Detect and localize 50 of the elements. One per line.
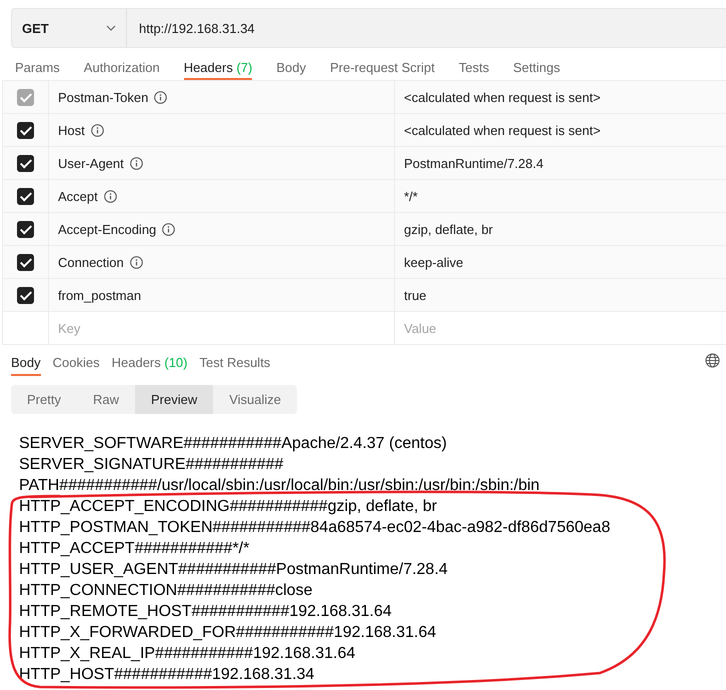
request-tab[interactable]: Body bbox=[276, 48, 306, 80]
header-value: true bbox=[404, 288, 426, 302]
response-line: HTTP_REMOTE_HOST###########192.168.31.64 bbox=[19, 602, 393, 622]
request-tab[interactable]: Authorization bbox=[84, 48, 160, 80]
response-line: SERVER_SOFTWARE###########Apache/2.4.37 (centos) bbox=[19, 434, 448, 454]
header-value: <calculated when request is sent> bbox=[404, 90, 601, 104]
view-mode-tab[interactable]: Raw bbox=[76, 385, 135, 414]
header-key: from_postman bbox=[58, 288, 142, 304]
response-line: HTTP_ACCEPT###########*/* bbox=[19, 539, 250, 559]
response-line: PATH###########/usr/local/sbin:/usr/local/bin:/usr/sbin:/usr/bin:/sbin:/bin bbox=[19, 476, 541, 496]
header-key: Accept bbox=[58, 189, 98, 204]
chevron-down-icon bbox=[106, 25, 116, 31]
header-key: Host bbox=[58, 123, 85, 138]
header-value: <calculated when request is sent> bbox=[404, 122, 601, 138]
header-value: */* bbox=[404, 188, 418, 204]
response-line: HTTP_POSTMAN_TOKEN###########84a68574-ec02-4bac-a982-df86d7560ea8 bbox=[19, 518, 612, 538]
header-key: Connection bbox=[58, 255, 124, 270]
header-value: PostmanRuntime/7.28.4 bbox=[404, 156, 544, 170]
header-key: Postman-Token bbox=[58, 90, 148, 106]
checkbox[interactable] bbox=[17, 286, 34, 304]
response-line: HTTP_USER_AGENT###########PostmanRuntime/7.28.4 bbox=[19, 560, 449, 580]
view-mode-tab[interactable]: Pretty bbox=[11, 385, 77, 414]
url-field[interactable]: http://192.168.31.34 bbox=[127, 9, 726, 47]
checkbox[interactable] bbox=[17, 188, 34, 205]
request-tab[interactable]: Pre-request Script bbox=[330, 48, 435, 80]
response-line: HTTP_ACCEPT_ENCODING###########gzip, deflate, br bbox=[19, 497, 438, 517]
response-tab[interactable]: Cookies bbox=[52, 345, 100, 376]
response-line: HTTP_HOST###########192.168.31.34 bbox=[19, 665, 316, 685]
response-tab[interactable]: Body bbox=[11, 345, 41, 376]
header-value: gzip, deflate, br bbox=[404, 222, 493, 236]
request-tab[interactable]: Settings bbox=[513, 48, 560, 80]
header-key: Accept-Encoding bbox=[58, 222, 156, 238]
request-tab[interactable]: Tests bbox=[458, 48, 490, 80]
checkbox[interactable] bbox=[17, 154, 34, 172]
response-line: HTTP_CONNECTION###########close bbox=[19, 581, 314, 601]
response-line: HTTP_X_FORWARDED_FOR###########192.168.31.64 bbox=[19, 623, 438, 643]
checkbox[interactable] bbox=[17, 220, 34, 238]
response-tab[interactable]: Test Results bbox=[200, 345, 270, 376]
response-line: SERVER_SIGNATURE########### bbox=[19, 455, 284, 475]
response-line: HTTP_X_REAL_IP###########192.168.31.64 bbox=[19, 644, 356, 664]
globe-icon[interactable] bbox=[705, 353, 720, 368]
checkbox[interactable] bbox=[17, 254, 34, 271]
header-value: keep-alive bbox=[404, 254, 464, 270]
checkbox[interactable] bbox=[17, 122, 34, 139]
view-mode-tab[interactable]: Preview bbox=[134, 385, 214, 414]
response-tab[interactable]: Headers (10) bbox=[112, 345, 188, 376]
view-mode-tab[interactable]: Visualize bbox=[213, 385, 298, 414]
request-tab[interactable]: Params bbox=[15, 48, 60, 80]
method-dropdown[interactable]: GET bbox=[12, 9, 127, 47]
header-key: User-Agent bbox=[58, 156, 124, 172]
